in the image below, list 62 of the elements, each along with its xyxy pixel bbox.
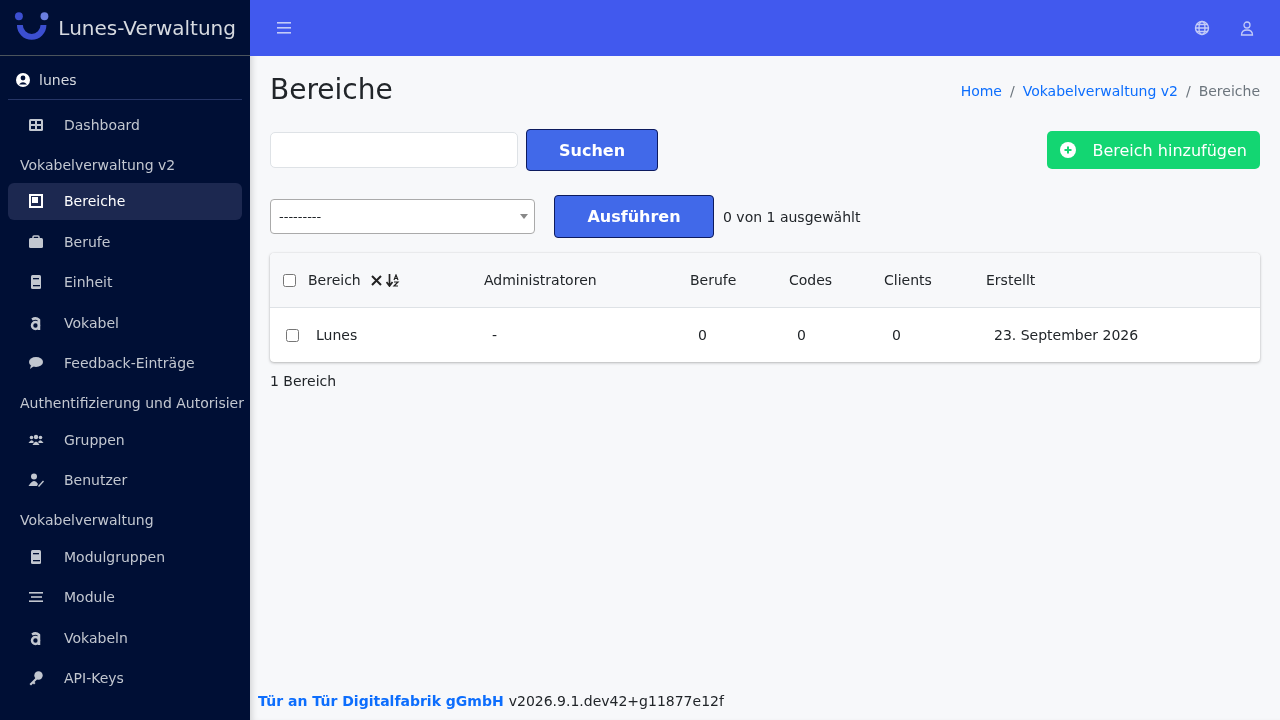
nav-heading: Authentifizierung und Autorisier	[19, 394, 242, 413]
nav-item[interactable]: Vokabel	[8, 304, 242, 341]
table-cell-text: 0	[697, 327, 708, 343]
breadcrumb-separator: /	[1185, 83, 1191, 99]
selection-counter: 0 von 1 ausgewählt	[723, 208, 861, 225]
run-button[interactable]: Ausführen	[554, 195, 714, 238]
nav-item[interactable]: Einheit	[8, 263, 242, 301]
frame-icon	[28, 193, 44, 209]
action-select[interactable]: ---------	[270, 199, 535, 234]
column-header[interactable]: Administratoren	[484, 272, 690, 288]
menu-icon[interactable]	[277, 22, 291, 34]
result-count: 1 Bereich	[270, 373, 338, 389]
table-cell-text: Lunes	[315, 327, 359, 343]
nav-item[interactable]: Benutzer	[8, 461, 242, 499]
speech-bubble-icon	[28, 355, 44, 371]
brand-name[interactable]: Lunes-Verwaltung	[58, 15, 236, 40]
briefcase-icon	[28, 233, 44, 250]
row-checkbox[interactable]	[286, 328, 299, 342]
nav-item[interactable]: Feedback-Einträge	[8, 344, 242, 382]
close-icon[interactable]	[370, 274, 382, 286]
breadcrumb-current: Bereiche	[1198, 83, 1260, 99]
table-cell-text: 0	[796, 327, 807, 343]
book-icon	[28, 274, 44, 290]
column-header[interactable]: Clients	[884, 272, 986, 288]
nav-heading: Vokabelverwaltung	[19, 511, 155, 530]
table-cell-text: 23. September 2026	[993, 327, 1140, 343]
column-header[interactable]: Berufe	[690, 272, 789, 288]
globe-icon[interactable]	[1194, 20, 1210, 36]
nav-item[interactable]: Gruppen	[8, 421, 242, 458]
column-header[interactable]: Codes	[789, 272, 884, 288]
search-button[interactable]: Suchen	[526, 129, 658, 171]
breadcrumb-separator: /	[1009, 83, 1015, 99]
book-icon	[28, 548, 44, 565]
select-all-checkbox[interactable]	[283, 273, 296, 287]
nav-item[interactable]: Bereiche	[8, 182, 242, 220]
nav-item[interactable]: API-Keys	[8, 659, 242, 697]
search-field[interactable]	[270, 132, 518, 168]
user-name[interactable]: lunes	[39, 72, 77, 88]
version-text: v2026.9.1.dev42+g11877e12f	[508, 693, 724, 709]
company-link[interactable]: Tür an Tür Digitalfabrik gGmbH	[258, 693, 504, 709]
column-header[interactable]: Erstellt	[986, 272, 1260, 288]
nav-item[interactable]: Module	[8, 578, 242, 616]
nav-heading: Vokabelverwaltung v2	[19, 155, 177, 175]
nav-item[interactable]: Dashboard	[8, 106, 242, 143]
plus-circle-icon	[1060, 142, 1077, 158]
nav-item[interactable]: Modulgruppen	[8, 538, 242, 575]
nav-item[interactable]: Berufe	[8, 223, 242, 260]
table-cell-text: 0	[891, 327, 902, 343]
page-title: Bereiche	[270, 72, 393, 106]
lines-icon	[28, 589, 44, 605]
user-icon	[16, 73, 30, 87]
caret-icon	[520, 214, 528, 219]
breadcrumb-link[interactable]: Vokabelverwaltung v2	[1022, 83, 1178, 99]
key-icon	[28, 670, 44, 686]
grid-icon	[28, 116, 44, 133]
column-header[interactable]: Bereich	[308, 272, 361, 288]
user-icon[interactable]	[1239, 20, 1255, 36]
sort-icon[interactable]	[385, 273, 400, 287]
nav-item[interactable]: Vokabeln	[8, 619, 242, 656]
breadcrumb-link[interactable]: Home	[960, 83, 1002, 99]
table-cell-text: -	[491, 327, 499, 343]
user-pen-icon	[28, 472, 44, 488]
